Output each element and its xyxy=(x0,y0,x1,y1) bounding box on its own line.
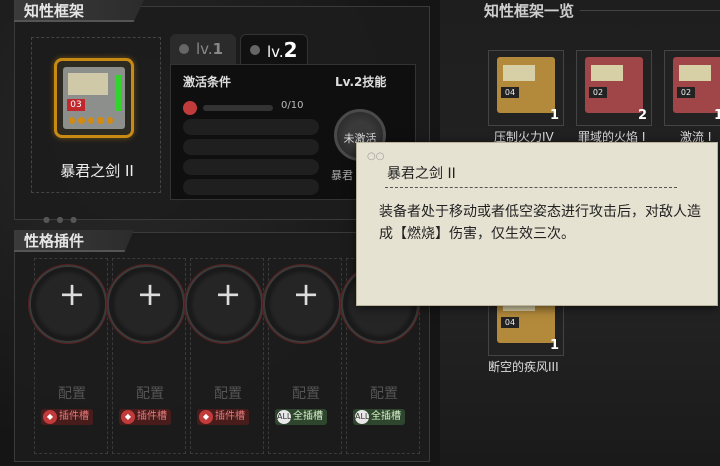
tooltip-description: 装备者处于移动或者低空姿态进行攻击后，对敌人造成【燃烧】伤害，仅生效三次。 xyxy=(379,204,701,242)
framework-list-title: 知性框架一览 xyxy=(484,2,575,20)
activation-progress-text: 0/10 xyxy=(281,100,304,111)
tab-dot-icon xyxy=(250,45,260,55)
framework-level-badge: 03 xyxy=(67,99,85,111)
tooltip-title: 暴君之剑 II xyxy=(387,166,456,182)
framework-list-item[interactable]: 02 2 xyxy=(576,50,652,126)
tab-lv1[interactable]: lv.1 xyxy=(170,34,236,64)
item-count: 1 xyxy=(549,108,559,123)
framework-item-name: 断空的疾风III xyxy=(488,360,559,374)
slot-type-badge: ALL 全插槽 xyxy=(275,409,327,425)
tooltip-corner-decoration: ○○ xyxy=(367,151,385,162)
condition-row xyxy=(183,179,319,195)
add-plugin-icon[interactable]: + xyxy=(269,278,343,310)
equipped-framework-name: 暴君之剑 II xyxy=(60,162,134,180)
plugin-slot[interactable]: + 配置 ◆ 插件槽 xyxy=(185,258,265,454)
skill-level-label: Lv.2技能 xyxy=(335,75,387,89)
add-plugin-icon[interactable]: + xyxy=(35,278,109,310)
framework-list-item[interactable]: 02 1 xyxy=(664,50,720,126)
all-slot-icon: ALL xyxy=(355,410,369,424)
tooltip-divider xyxy=(385,187,677,188)
panel-dots-decoration: ● ● ● xyxy=(43,215,80,224)
slot-type-badge: ◆ 插件槽 xyxy=(197,409,249,425)
plugin-slot[interactable]: + 配置 ◆ 插件槽 xyxy=(29,258,109,454)
flame-icon: ◆ xyxy=(43,410,57,424)
flame-icon xyxy=(183,101,197,115)
flame-icon: ◆ xyxy=(121,410,135,424)
framework-panel-title: 知性框架 xyxy=(14,0,144,22)
activation-condition-label: 激活条件 xyxy=(183,75,232,89)
slot-type-badge: ALL 全插槽 xyxy=(353,409,405,425)
framework-chip-icon: 04 xyxy=(497,57,555,113)
framework-tooltip: ○○ 暴君之剑 II 装备者处于移动或者低空姿态进行攻击后，对敌人造成【燃烧】伤… xyxy=(356,142,718,306)
condition-row xyxy=(183,159,319,175)
item-count: 1 xyxy=(713,108,720,123)
activation-progress-bar xyxy=(203,105,273,111)
skill-name-text: 暴君 xyxy=(331,169,353,182)
all-slot-icon: ALL xyxy=(277,410,291,424)
framework-chip-icon: 02 xyxy=(673,57,720,113)
item-count: 1 xyxy=(549,338,559,353)
add-plugin-icon[interactable]: + xyxy=(191,278,265,310)
framework-chip-icon: 02 xyxy=(585,57,643,113)
condition-row xyxy=(183,119,319,135)
framework-chip-icon: 03 xyxy=(54,58,134,138)
flame-icon: ◆ xyxy=(199,410,213,424)
add-plugin-icon[interactable]: + xyxy=(113,278,187,310)
plugin-panel-title: 性格插件 xyxy=(14,230,134,252)
plugin-slot[interactable]: + 配置 ◆ 插件槽 xyxy=(107,258,187,454)
framework-list-item[interactable]: 04 1 xyxy=(488,50,564,126)
plugin-slot[interactable]: + 配置 ALL全插槽 xyxy=(263,258,343,454)
condition-row xyxy=(183,139,319,155)
slot-type-badge: ◆ 插件槽 xyxy=(119,409,171,425)
item-count: 2 xyxy=(637,108,647,123)
tab-dot-icon xyxy=(179,44,189,54)
title-divider xyxy=(580,10,720,11)
equipped-framework-card[interactable]: 03 暴君之剑 II xyxy=(31,37,161,193)
slot-type-badge: ◆ 插件槽 xyxy=(41,409,93,425)
tab-lv2[interactable]: lv.2 xyxy=(240,34,308,64)
